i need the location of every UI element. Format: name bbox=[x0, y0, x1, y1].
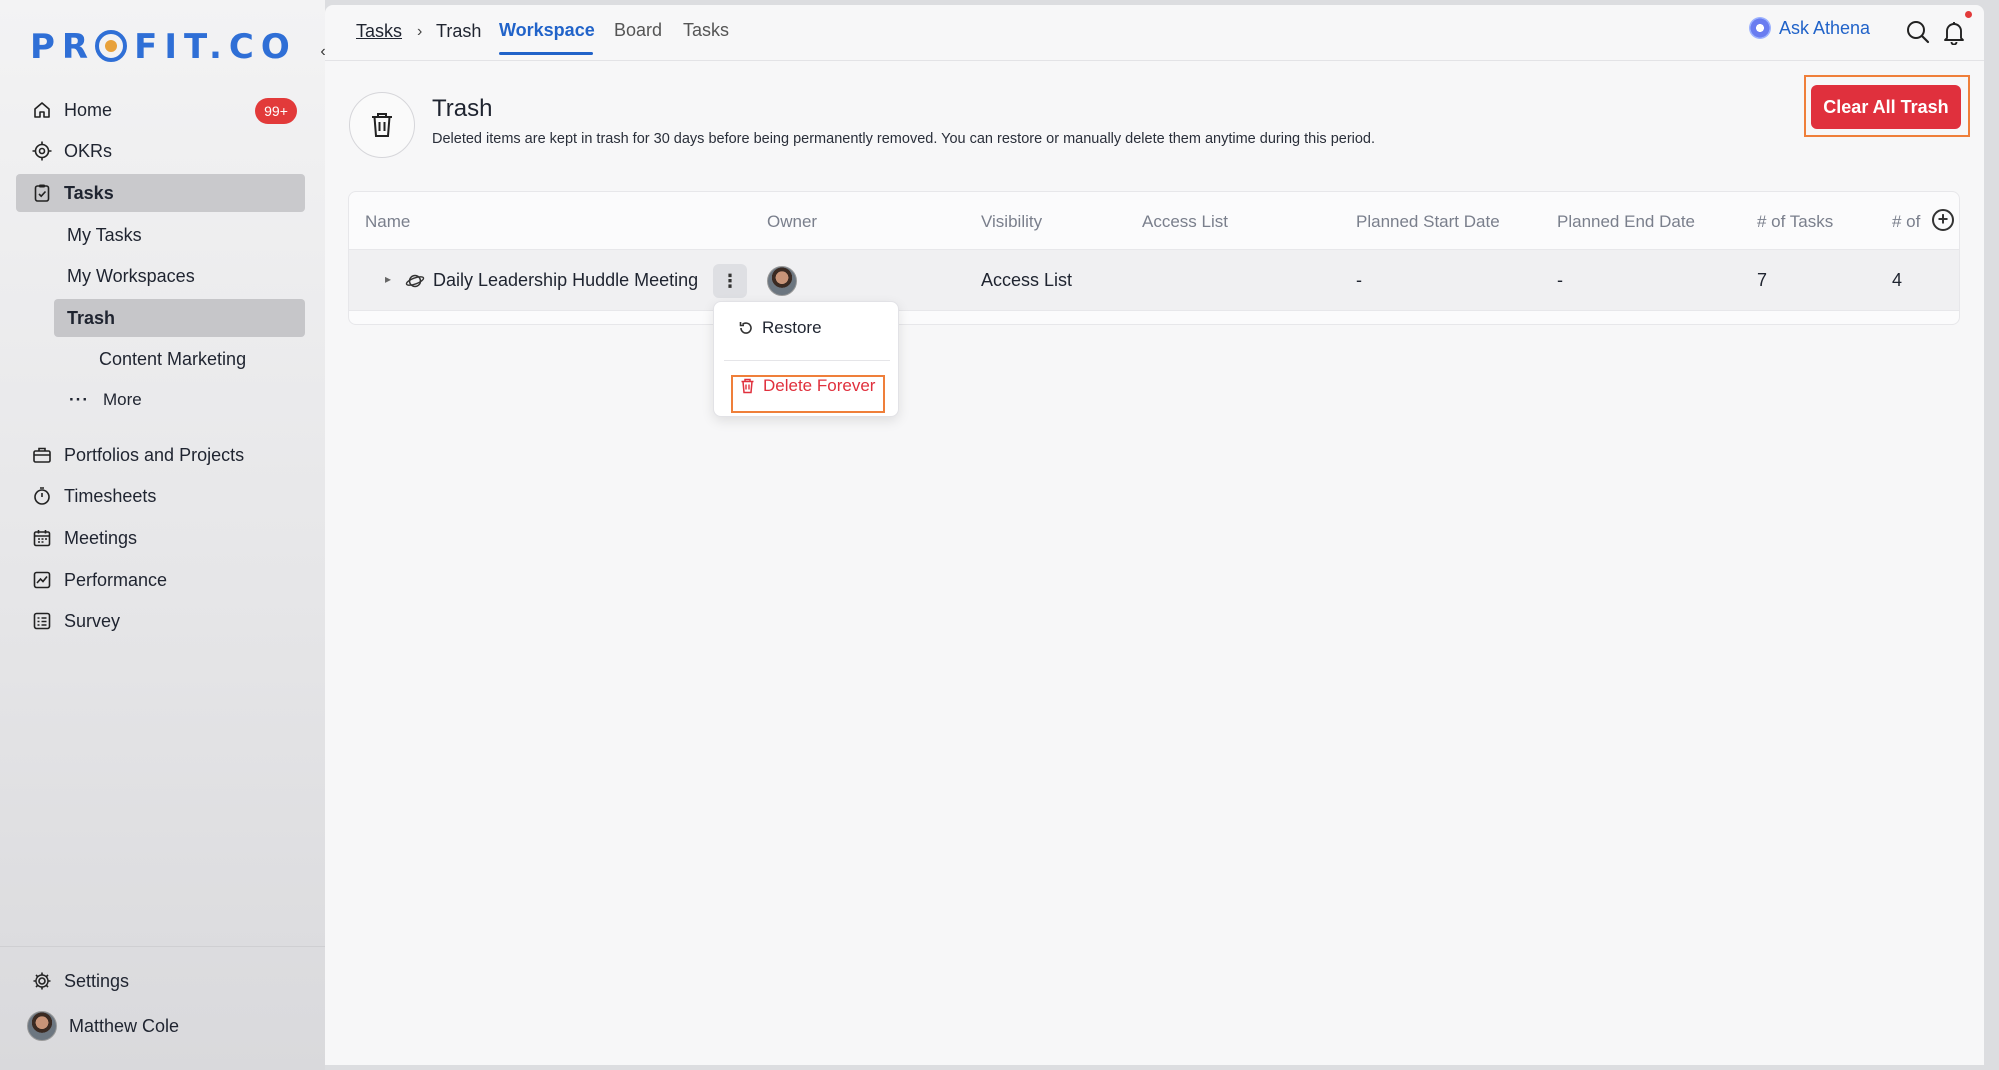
sidebar-item-label: Survey bbox=[64, 610, 121, 631]
tab-tasks[interactable]: Tasks bbox=[683, 20, 729, 41]
row-planned-start: - bbox=[1356, 270, 1362, 290]
user-avatar bbox=[27, 1011, 57, 1041]
target-icon bbox=[30, 139, 54, 163]
sidebar-item-settings[interactable]: Settings bbox=[16, 962, 305, 1000]
sidebar-divider bbox=[0, 946, 325, 947]
ask-athena-label: Ask Athena bbox=[1779, 17, 1871, 38]
column-header-owner[interactable]: Owner bbox=[767, 212, 817, 232]
column-header-planned-start[interactable]: Planned Start Date bbox=[1356, 212, 1500, 232]
row-actions-kebab-icon[interactable]: ⋮ bbox=[713, 264, 747, 298]
row-planned-end: - bbox=[1557, 270, 1563, 290]
column-header-visibility[interactable]: Visibility bbox=[981, 212, 1042, 232]
row-num-tasks: 7 bbox=[1757, 270, 1768, 290]
sidebar-item-label: Meetings bbox=[64, 527, 138, 548]
sidebar: PR FIT.CO ‹ Home 99+ OKRs Tasks My Tasks … bbox=[0, 0, 326, 1070]
logo-o-icon bbox=[95, 30, 128, 62]
sidebar-item-timesheets[interactable]: Timesheets bbox=[16, 477, 305, 515]
clipboard-check-icon bbox=[30, 181, 54, 205]
calendar-icon bbox=[30, 526, 54, 550]
top-bar: Tasks › Trash Workspace Board Tasks Ask … bbox=[325, 5, 1984, 61]
main-panel: Tasks › Trash Workspace Board Tasks Ask … bbox=[325, 5, 1984, 1065]
column-header-truncated[interactable]: # of bbox=[1892, 212, 1926, 232]
athena-orb-icon bbox=[1749, 17, 1771, 39]
restore-icon bbox=[738, 320, 754, 336]
delete-forever-label: Delete Forever bbox=[763, 376, 876, 395]
logo-text-start: PR bbox=[30, 27, 96, 67]
sidebar-item-my-workspaces[interactable]: My Workspaces bbox=[54, 257, 305, 295]
sidebar-item-label: My Workspaces bbox=[67, 265, 195, 286]
sidebar-item-home[interactable]: Home 99+ bbox=[16, 91, 305, 129]
sidebar-item-content-marketing[interactable]: Content Marketing bbox=[86, 340, 305, 378]
sidebar-item-label: My Tasks bbox=[67, 224, 142, 245]
sidebar-item-meetings[interactable]: Meetings bbox=[16, 519, 305, 557]
trend-chart-icon bbox=[30, 568, 54, 592]
column-header-planned-end[interactable]: Planned End Date bbox=[1557, 212, 1695, 232]
add-column-icon[interactable]: + bbox=[1932, 209, 1954, 231]
ask-athena-button[interactable]: Ask Athena bbox=[1749, 17, 1870, 39]
breadcrumb-trash: Trash bbox=[436, 21, 482, 41]
column-header-num-tasks[interactable]: # of Tasks bbox=[1757, 212, 1833, 232]
restore-label: Restore bbox=[762, 318, 822, 337]
notification-dot bbox=[1965, 11, 1972, 18]
breadcrumb-tasks[interactable]: Tasks bbox=[356, 21, 402, 42]
clear-all-trash-button[interactable]: Clear All Trash bbox=[1811, 85, 1961, 129]
row-visibility: Access List bbox=[981, 270, 1073, 290]
trash-icon bbox=[740, 378, 755, 394]
trash-header-icon bbox=[349, 92, 415, 158]
workspace-icon bbox=[405, 272, 425, 295]
restore-menu-item[interactable]: Restore bbox=[738, 318, 822, 338]
table-row[interactable]: ▸ Daily Leadership Huddle Meeting ⋮ Acce… bbox=[349, 249, 1959, 311]
bell-icon[interactable] bbox=[1941, 19, 1967, 46]
profit-co-logo[interactable]: PR FIT.CO bbox=[30, 26, 297, 67]
page-description: Deleted items are kept in trash for 30 d… bbox=[432, 131, 1376, 147]
tab-board[interactable]: Board bbox=[614, 20, 662, 41]
sidebar-item-label: OKRs bbox=[64, 140, 113, 161]
sidebar-item-label: Performance bbox=[64, 569, 168, 590]
search-icon[interactable] bbox=[1905, 19, 1931, 45]
sidebar-item-label: Timesheets bbox=[64, 485, 157, 506]
home-icon bbox=[30, 98, 54, 122]
briefcase-icon bbox=[30, 443, 54, 467]
page-title: Trash bbox=[432, 95, 493, 122]
menu-divider bbox=[724, 360, 890, 361]
logo-text-end: FIT.CO bbox=[134, 27, 297, 67]
sidebar-item-label: Settings bbox=[64, 970, 130, 991]
sidebar-item-portfolios[interactable]: Portfolios and Projects bbox=[16, 436, 305, 474]
ellipsis-icon: ··· bbox=[69, 390, 89, 409]
delete-forever-menu-item[interactable]: Delete Forever bbox=[740, 376, 875, 396]
sidebar-item-label: Trash bbox=[67, 307, 116, 328]
row-name[interactable]: Daily Leadership Huddle Meeting bbox=[433, 270, 698, 291]
sidebar-item-tasks[interactable]: Tasks bbox=[16, 174, 305, 212]
sidebar-item-label: Portfolios and Projects bbox=[64, 444, 245, 465]
expand-row-caret-icon[interactable]: ▸ bbox=[385, 272, 391, 286]
sidebar-item-my-tasks[interactable]: My Tasks bbox=[54, 216, 305, 254]
sidebar-item-label: Home bbox=[64, 99, 113, 120]
tab-workspace[interactable]: Workspace bbox=[499, 20, 595, 41]
column-header-name[interactable]: Name bbox=[365, 212, 410, 232]
user-name: Matthew Cole bbox=[69, 1015, 180, 1036]
sidebar-item-label: Tasks bbox=[64, 182, 114, 203]
sidebar-item-more[interactable]: ··· More bbox=[56, 381, 307, 419]
user-profile[interactable]: Matthew Cole bbox=[12, 1007, 301, 1045]
column-header-access-list[interactable]: Access List bbox=[1142, 212, 1228, 232]
breadcrumb-separator-icon: › bbox=[417, 23, 423, 40]
owner-avatar bbox=[767, 266, 797, 301]
row-actions-menu: Restore Delete Forever bbox=[713, 301, 899, 417]
sidebar-item-survey[interactable]: Survey bbox=[16, 602, 305, 640]
survey-list-icon bbox=[30, 609, 54, 633]
sidebar-item-performance[interactable]: Performance bbox=[16, 561, 305, 599]
notification-count-badge: 99+ bbox=[255, 98, 297, 124]
sidebar-item-label: Content Marketing bbox=[99, 348, 247, 369]
sidebar-item-label: More bbox=[102, 390, 142, 409]
row-extra-count: 4 bbox=[1892, 270, 1903, 290]
stopwatch-icon bbox=[30, 484, 54, 508]
gear-icon bbox=[30, 969, 54, 993]
sidebar-item-okrs[interactable]: OKRs bbox=[16, 132, 305, 170]
active-tab-indicator bbox=[499, 52, 593, 55]
sidebar-item-trash[interactable]: Trash bbox=[54, 299, 305, 337]
trash-table: Name Owner Visibility Access List Planne… bbox=[348, 191, 1960, 325]
